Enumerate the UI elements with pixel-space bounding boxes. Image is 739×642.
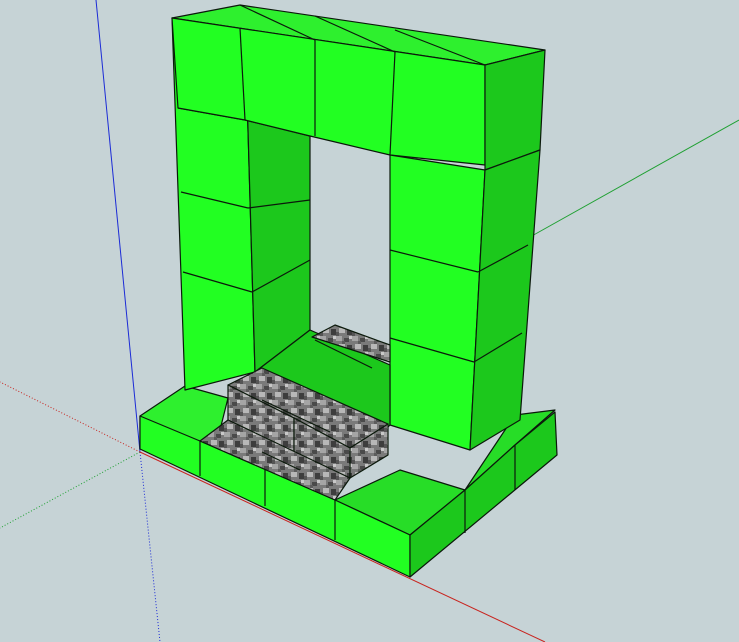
modeling-viewport[interactable] [0, 0, 739, 642]
right-pillar-front [389, 154, 486, 451]
red-axis-dotted [0, 381, 141, 453]
green-axis [529, 119, 739, 238]
blue-axis [95, 0, 141, 453]
blue-axis-dotted [139, 451, 161, 642]
portal-model[interactable] [139, 4, 558, 578]
green-axis-dotted [0, 451, 141, 529]
model-scene[interactable] [0, 0, 739, 642]
